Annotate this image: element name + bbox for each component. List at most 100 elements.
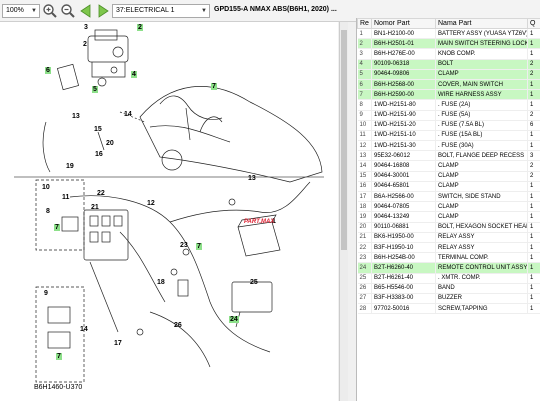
table-row[interactable]: 26 B65-H5546-00 BAND 1 (357, 283, 540, 294)
table-row[interactable]: 15 90464-30001 CLAMP 2 (357, 171, 540, 182)
table-row[interactable]: 21 BK6-H1950-00 RELAY ASSY 1 (357, 232, 540, 243)
callout-17[interactable]: 17 (114, 340, 122, 347)
callout-7c[interactable]: 7 (196, 243, 202, 250)
figure-code: B6H1460-U370 (34, 384, 83, 391)
callout-15[interactable]: 15 (94, 126, 102, 133)
callout-21[interactable]: 21 (91, 204, 99, 211)
table-row[interactable]: 14 90464-16808 CLAMP 2 (357, 160, 540, 172)
cell-ref: 13 (357, 150, 372, 162)
callout-2-label[interactable]: 2 (83, 41, 87, 48)
arrow-left-icon[interactable] (78, 3, 94, 19)
callout-19[interactable]: 19 (66, 163, 74, 170)
table-row[interactable]: 27 B3F-H3383-00 BUZZER 1 (357, 293, 540, 305)
document-title: GPD155-A NMAX ABS(B6H1, 2020) ... (214, 6, 337, 13)
cell-part-number: 90464-09806 (371, 69, 436, 80)
table-row[interactable]: 2 B6H-H2501-01 MAIN SWITCH STEERING LOCK 1 (357, 38, 540, 50)
callout-7[interactable]: 7 (211, 83, 217, 90)
cell-qty: 1 (527, 79, 540, 91)
callout-4[interactable]: 4 (131, 71, 137, 78)
cell-ref: 18 (357, 201, 372, 213)
callout-20[interactable]: 20 (106, 140, 114, 147)
callout-26[interactable]: 26 (174, 322, 182, 329)
cell-part-name: CLAMP (435, 211, 528, 223)
table-row[interactable]: 7 B6H-H2590-00 WIRE HARNESS ASSY 1 (357, 89, 540, 101)
cell-ref: 23 (357, 252, 372, 264)
table-row[interactable]: 25 B2T-H6261-40. XMTR. COMP. 1 (357, 273, 540, 284)
cell-ref: 6 (357, 79, 372, 91)
callout-5[interactable]: 5 (92, 86, 98, 93)
cell-ref: 9 (357, 110, 372, 121)
cell-ref: 8 (357, 99, 372, 111)
table-row[interactable]: 10 1WD-H2151-20. FUSE (7.5A BL) 6 (357, 120, 540, 131)
table-row[interactable]: 20 90110-06881 BOLT, HEXAGON SOCKET HEAD 1 (357, 222, 540, 233)
parts-table: Re Nomor Part Nama Part Q 1 BN1-H2100-00 B… (357, 18, 540, 315)
table-row[interactable]: 8 1WD-H2151-80. FUSE (2A) 1 (357, 99, 540, 111)
table-row[interactable]: 28 97702-50016 SCREW,TAPPING 1 (357, 303, 540, 315)
table-row[interactable]: 11 1WD-H2151-10. FUSE (15A BL) 1 (357, 130, 540, 142)
table-row[interactable]: 16 90464-65801 CLAMP 1 (357, 181, 540, 193)
table-row[interactable]: 23 B6H-H254B-00 TERMINAL COMP. 1 (357, 252, 540, 264)
col-header-ref[interactable]: Re (357, 18, 372, 29)
callout-13[interactable]: 13 (72, 113, 80, 120)
parts-diagram[interactable]: 3 2 2 6 4 5 7 13 14 15 20 16 19 10 11 8 … (0, 22, 338, 401)
cell-qty: 1 (527, 140, 540, 152)
col-header-qty[interactable]: Q (527, 18, 540, 29)
table-row[interactable]: 18 90464-07805 CLAMP 1 (357, 201, 540, 213)
cell-part-number: B2T-H6261-40 (371, 273, 436, 284)
cell-part-number: B65-H5546-00 (371, 283, 436, 294)
cell-qty: 2 (527, 160, 540, 172)
callout-14b[interactable]: 14 (80, 326, 88, 333)
callout-9[interactable]: 9 (44, 290, 48, 297)
cell-qty: 2 (527, 69, 540, 80)
callout-12[interactable]: 12 (147, 200, 155, 207)
col-header-part-number[interactable]: Nomor Part (371, 18, 436, 29)
callout-24[interactable]: 24 (229, 316, 239, 323)
callout-7d[interactable]: 7 (56, 353, 62, 360)
callout-7b[interactable]: 7 (54, 224, 60, 231)
cell-ref: 4 (357, 59, 372, 70)
callout-10[interactable]: 10 (42, 184, 50, 191)
table-row[interactable]: 9 1WD-H2151-90. FUSE (5A) 2 (357, 110, 540, 121)
callout-3[interactable]: 3 (84, 24, 88, 31)
callout-23[interactable]: 23 (180, 242, 188, 249)
cell-qty: 1 (527, 48, 540, 60)
table-row[interactable]: 22 B3F-H1950-10 RELAY ASSY 1 (357, 242, 540, 254)
zoom-out-icon[interactable] (60, 3, 76, 19)
callout-11[interactable]: 11 (62, 194, 69, 201)
table-row[interactable]: 1 BN1-H2100-00 BATTERY ASSY (YUASA YTZ6V) 1 (357, 28, 540, 40)
callout-22[interactable]: 22 (97, 190, 105, 197)
callout-2[interactable]: 2 (137, 24, 143, 31)
callout-25[interactable]: 25 (250, 279, 258, 286)
zoom-in-icon[interactable] (42, 3, 58, 19)
table-row[interactable]: 24 B2T-H6260-40 REMOTE CONTROL UNIT ASSY 1 (357, 262, 540, 274)
callout-14[interactable]: 14 (124, 111, 132, 118)
table-row[interactable]: 17 B6A-H2566-00 SWITCH, SIDE STAND 1 (357, 191, 540, 203)
cell-part-number: B6H-H2568-00 (371, 79, 436, 91)
cell-ref: 28 (357, 303, 372, 315)
table-row[interactable]: 12 1WD-H2151-30. FUSE (30A) 1 (357, 140, 540, 152)
zoom-select[interactable]: 100% ▼ (2, 4, 40, 18)
callout-18[interactable]: 18 (157, 279, 165, 286)
arrow-right-icon[interactable] (95, 3, 111, 19)
callout-6[interactable]: 6 (45, 67, 51, 74)
cell-part-name: BOLT, FLANGE DEEP RECESS (435, 150, 528, 162)
table-row[interactable]: 19 90464-13249 CLAMP 1 (357, 211, 540, 223)
table-row[interactable]: 5 90464-09806 CLAMP 2 (357, 69, 540, 80)
table-row[interactable]: 4 90109-06318 BOLT 2 (357, 59, 540, 70)
col-header-part-name[interactable]: Nama Part (435, 18, 528, 29)
table-row[interactable]: 3 B6H-H276E-00 KNOB COMP. 1 (357, 48, 540, 60)
callout-8[interactable]: 8 (46, 208, 50, 215)
callout-13b[interactable]: 13 (248, 175, 256, 182)
table-row[interactable]: 6 B6H-H2568-00 COVER, MAIN SWITCH 1 (357, 79, 540, 91)
parts-list: Re Nomor Part Nama Part Q 1 BN1-H2100-00 B… (356, 18, 540, 401)
callout-16[interactable]: 16 (95, 151, 103, 158)
diagram-scrollbar[interactable] (339, 22, 348, 401)
cell-part-number: 90464-16808 (371, 160, 436, 172)
cell-part-number: 97702-50016 (371, 303, 436, 315)
table-row[interactable]: 13 95E32-06012 BOLT, FLANGE DEEP RECESS 3 (357, 150, 540, 162)
cell-part-number: BN1-H2100-00 (371, 28, 436, 40)
cell-qty: 1 (527, 28, 540, 40)
scrollbar-thumb[interactable] (341, 30, 347, 250)
cell-part-name: . FUSE (7.5A BL) (435, 120, 528, 131)
section-select[interactable]: 37:ELECTRICAL 1 ▼ (112, 4, 210, 18)
